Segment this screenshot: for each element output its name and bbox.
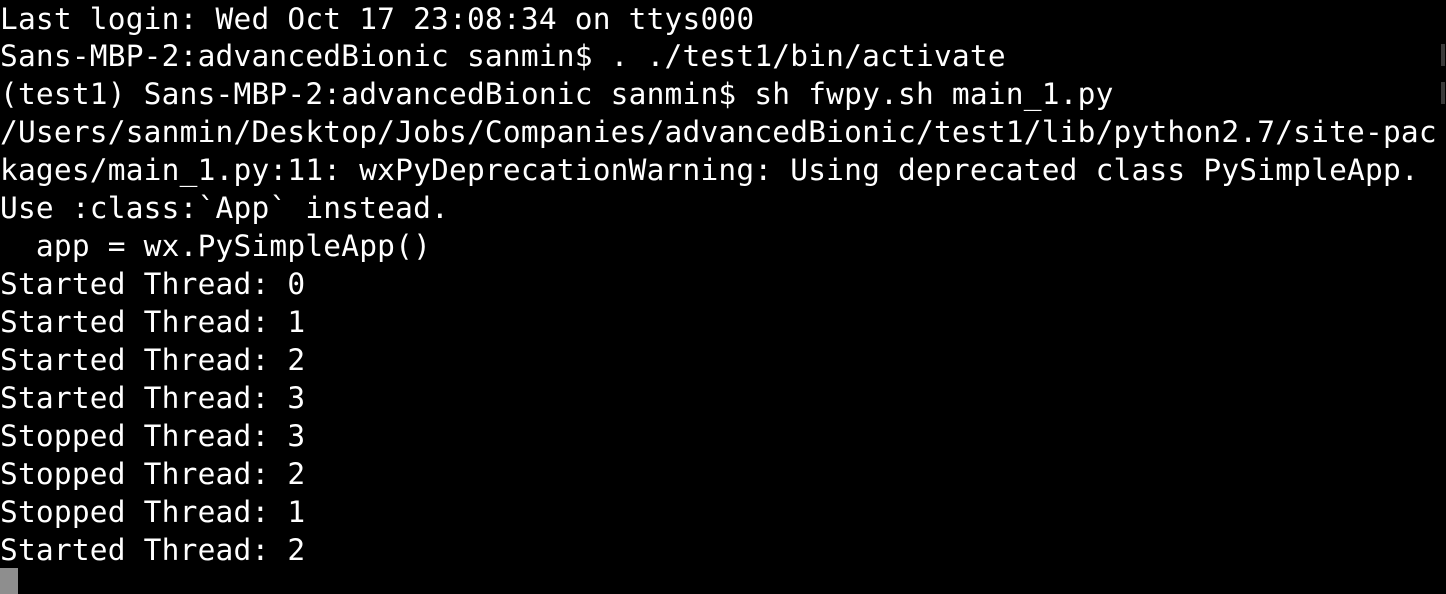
terminal-line-output: Stopped Thread: 1	[0, 495, 306, 529]
terminal-line-output: Started Thread: 0	[0, 267, 306, 301]
terminal-line-output: Started Thread: 3	[0, 381, 306, 415]
terminal-line-output: Started Thread: 2	[0, 533, 306, 567]
terminal-line-login: Last login: Wed Oct 17 23:08:34 on ttys0…	[0, 2, 755, 36]
terminal-line-output: Started Thread: 2	[0, 343, 306, 377]
terminal-line-output: Started Thread: 1	[0, 305, 306, 339]
terminal-line-run-command: (test1) Sans-MBP-2:advancedBionic sanmin…	[0, 77, 1114, 111]
terminal-line-warning-message: kages/main_1.py:11: wxPyDeprecationWarni…	[0, 153, 1419, 187]
scroll-marker	[1441, 44, 1445, 66]
scroll-marker	[1441, 82, 1445, 104]
terminal-line-warning-path: /Users/sanmin/Desktop/Jobs/Companies/adv…	[0, 115, 1437, 149]
terminal-line-code: app = wx.PySimpleApp()	[0, 229, 432, 263]
terminal-line-output: Stopped Thread: 3	[0, 419, 306, 453]
terminal-line-warning-hint: Use :class:`App` instead.	[0, 191, 450, 225]
terminal-cursor	[0, 568, 18, 594]
terminal-line-output: Stopped Thread: 2	[0, 457, 306, 491]
terminal-window[interactable]: Last login: Wed Oct 17 23:08:34 on ttys0…	[0, 0, 1446, 594]
terminal-line-activate-command: Sans-MBP-2:advancedBionic sanmin$ . ./te…	[0, 39, 1006, 73]
